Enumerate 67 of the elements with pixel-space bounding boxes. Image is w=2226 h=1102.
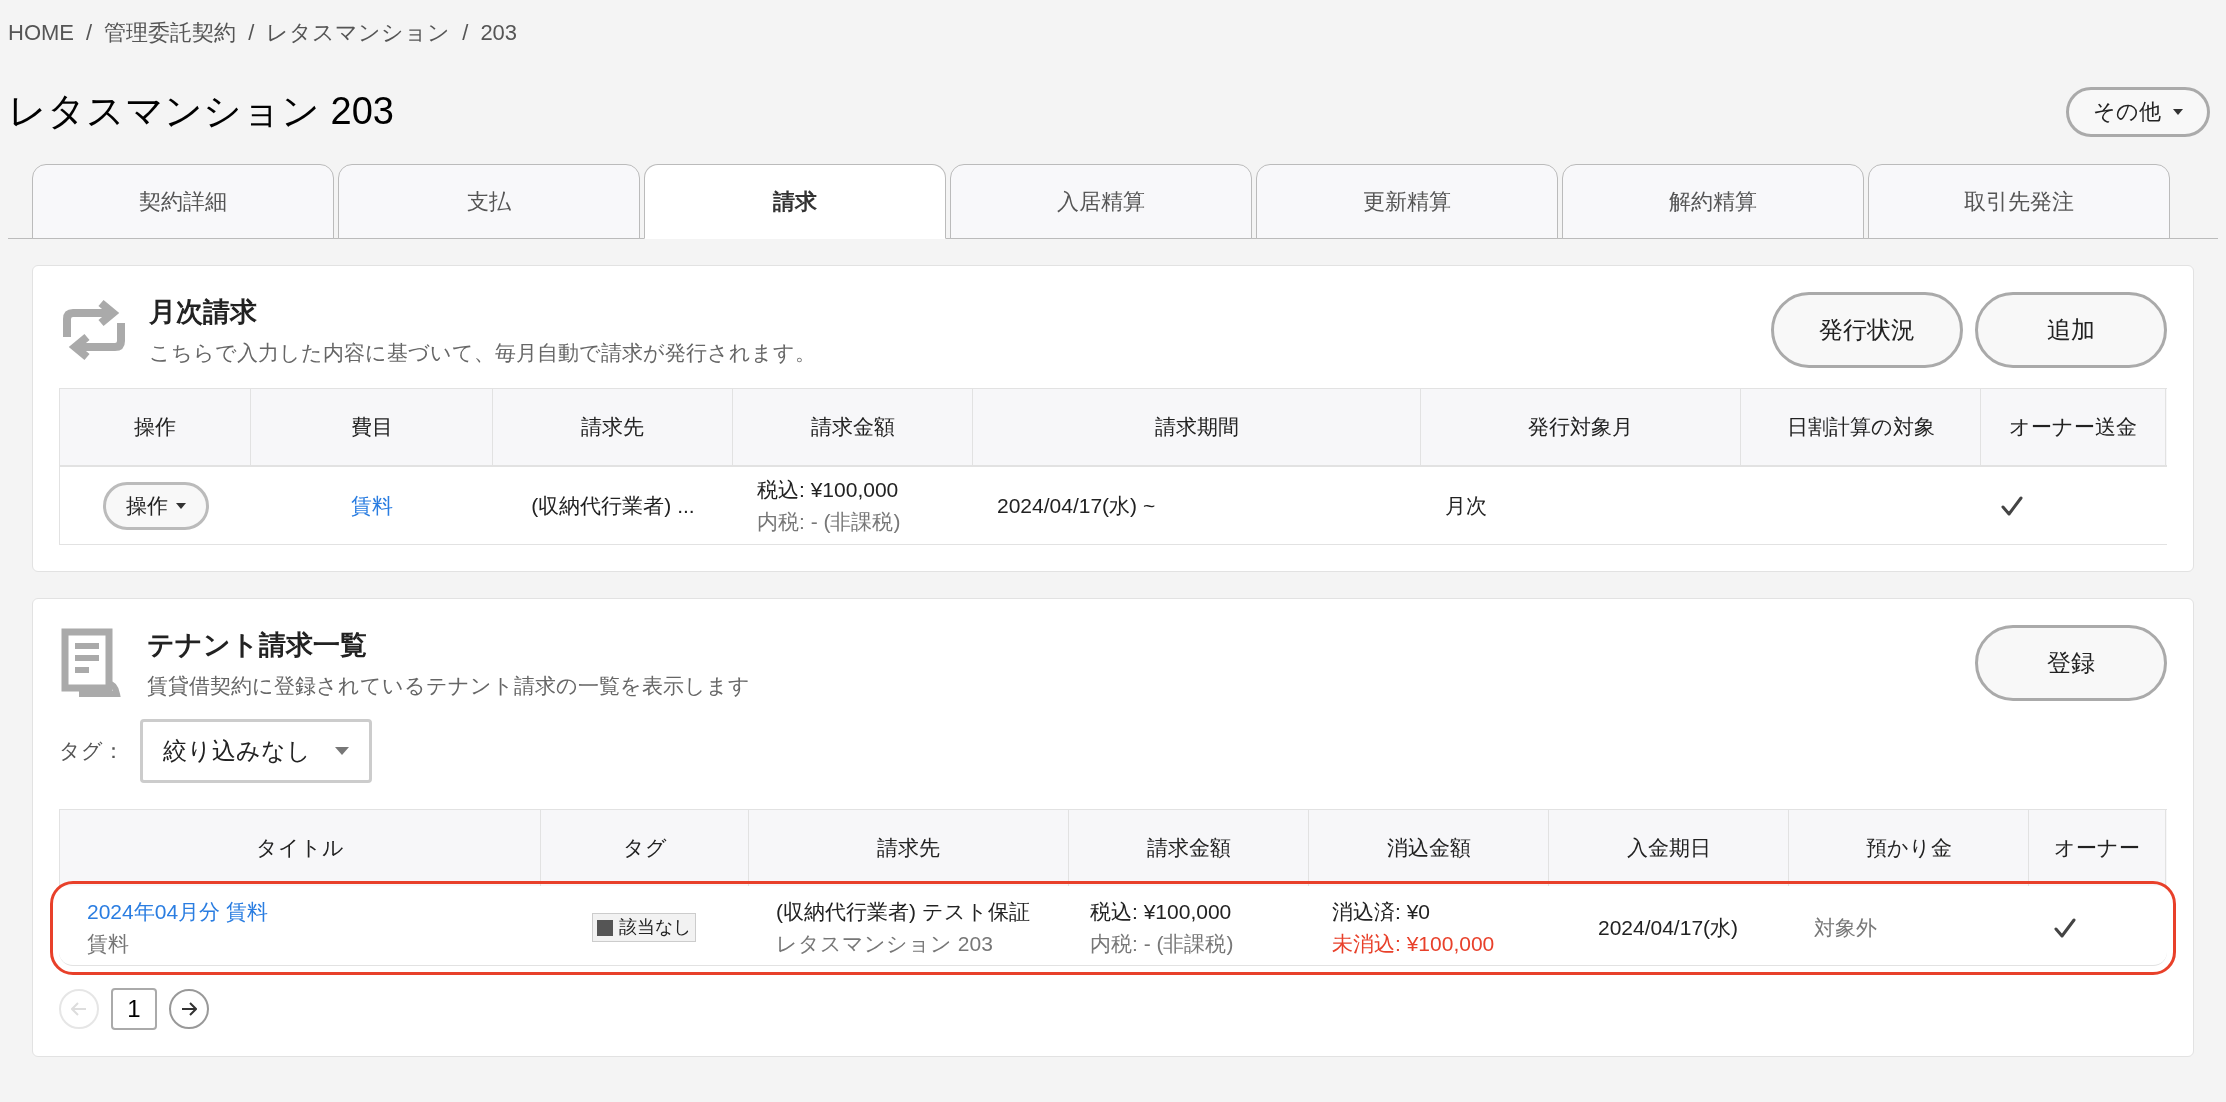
left-arrow-icon xyxy=(71,1002,87,1016)
breadcrumb-separator: / xyxy=(248,19,255,47)
section-title: 月次請求 xyxy=(149,296,258,329)
issue-month-cell: 月次 xyxy=(1445,493,1487,517)
column-header: 請求期間 xyxy=(1154,414,1239,441)
column-header: 請求先 xyxy=(877,835,940,862)
caret-icon xyxy=(175,502,186,509)
column-header: 請求先 xyxy=(581,414,644,441)
action-dropdown-button[interactable]: 操作 xyxy=(102,481,209,530)
column-header: タグ xyxy=(622,835,667,862)
page-number-button[interactable]: 1 xyxy=(111,988,157,1030)
tab[interactable]: 更新精算 xyxy=(1256,164,1558,239)
column-header: 請求金額 xyxy=(1146,835,1231,862)
deposit-cell: 対象外 xyxy=(1814,915,1877,939)
column-header: 費目 xyxy=(350,414,393,441)
tab[interactable]: 入居精算 xyxy=(950,164,1252,239)
right-arrow-icon xyxy=(181,1002,197,1016)
tab[interactable]: 取引先発注 xyxy=(1868,164,2170,239)
section-title: テナント請求一覧 xyxy=(147,629,368,662)
breadcrumb-link[interactable]: レタスマンション xyxy=(266,16,451,49)
column-header: 操作 xyxy=(134,414,176,441)
column-header: 入金期日 xyxy=(1626,835,1711,862)
payee-cell-text: (収納代行業者) ... xyxy=(531,492,695,519)
tax-cell-text: 内税: - (非課税) xyxy=(757,508,902,535)
column-header: 日割計算の対象 xyxy=(1786,414,1935,441)
more-dropdown-button[interactable]: その他 xyxy=(2066,86,2210,137)
column-header: オーナー xyxy=(2054,835,2140,862)
breadcrumb-link[interactable]: 管理委託契約 xyxy=(104,16,237,49)
period-cell: 2024/04/17(水) ~ xyxy=(997,493,1156,517)
column-header: 消込金額 xyxy=(1386,835,1471,862)
breadcrumb-link[interactable]: 203 xyxy=(480,16,518,49)
tab[interactable]: 契約詳細 xyxy=(32,164,334,239)
tab[interactable]: 支払 xyxy=(338,164,640,239)
uncleared-amount: 未消込: ¥100,000 xyxy=(1332,930,1496,957)
column-header: 請求金額 xyxy=(810,414,895,441)
column-header: タイトル xyxy=(256,835,344,862)
register-button[interactable]: 登録 xyxy=(1975,625,2167,701)
tag-label: 該当なし xyxy=(619,916,691,939)
column-header: 預かり金 xyxy=(1865,835,1952,862)
section-description: こちらで入力した内容に基づいて、毎月自動で請求が発行されます。 xyxy=(149,339,816,366)
column-header: 発行対象月 xyxy=(1528,414,1633,441)
table-row[interactable]: 2024年04月分 賃料 賃料 該当なし (収納代行業者) テスト保証 レタスマンション 203 税込: ¥100,000 内税: - (非課税) 消込済: ¥0 未消込: ¥100,000 2024/04/17(水) 対象外 xyxy=(59,890,2167,966)
amount-cell-text: 税込: ¥100,000 xyxy=(757,477,900,503)
section-description: 賃貸借契約に登録されているテナント請求の一覧を表示します xyxy=(147,672,750,699)
payee-subtext: レタスマンション 203 xyxy=(776,930,994,957)
tag-filter-select[interactable]: 絞り込みなし xyxy=(140,719,372,783)
page-title: レタスマンション 203 xyxy=(8,89,394,134)
action-button[interactable]: 追加 xyxy=(1975,292,2167,368)
caret-icon xyxy=(335,747,349,755)
tax-cell-text: 内税: - (非課税) xyxy=(1090,930,1235,957)
title-subtext: 賃料 xyxy=(87,930,130,957)
caret-icon xyxy=(2173,108,2183,115)
breadcrumb-separator: / xyxy=(86,19,93,47)
cleared-amount: 消込済: ¥0 xyxy=(1332,899,1432,925)
column-header: オーナー送金 xyxy=(2009,414,2137,441)
due-date-cell-text: 2024/04/17(水) xyxy=(1597,914,1739,941)
payee-cell-text: (収納代行業者) テスト保証 xyxy=(776,899,1031,925)
tab[interactable]: 解約精算 xyxy=(1562,164,1864,239)
item-link[interactable]: 賃料 xyxy=(351,489,393,522)
amount-cell-text: 税込: ¥100,000 xyxy=(1090,899,1233,925)
breadcrumb-separator: / xyxy=(462,19,469,47)
action-button[interactable]: 発行状況 xyxy=(1771,292,1963,368)
tab[interactable]: 請求 xyxy=(644,164,946,239)
title-link[interactable]: 2024年04月分 賃料 xyxy=(87,896,512,928)
filter-label: タグ： xyxy=(59,738,124,765)
breadcrumb-link[interactable]: HOME xyxy=(8,16,74,49)
next-page-button[interactable] xyxy=(169,989,209,1029)
